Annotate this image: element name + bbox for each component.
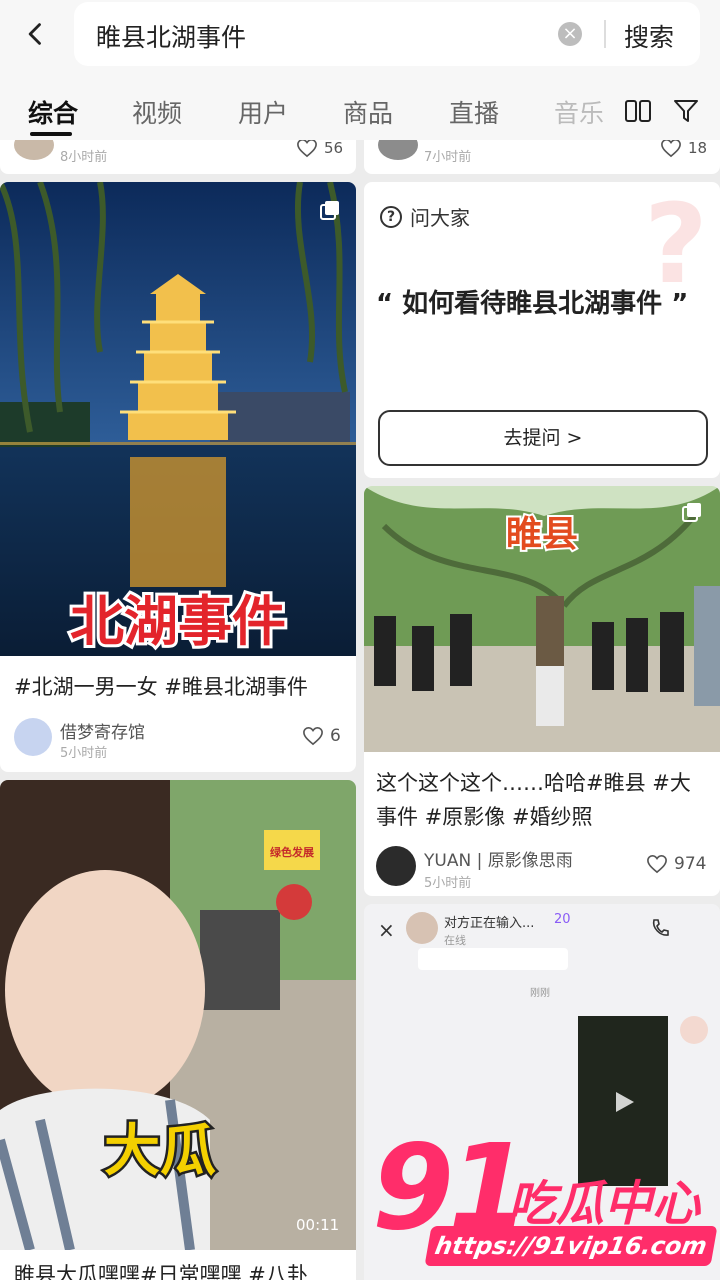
post-time: 8小时前	[60, 150, 108, 165]
ask-everyone-card[interactable]: ? 问大家 ? “ 如何看待睢县北湖事件 ” 去提问 >	[364, 182, 720, 478]
heart-icon	[661, 140, 681, 158]
active-tab-indicator	[30, 132, 72, 136]
avatar	[378, 140, 418, 160]
like-count[interactable]: 18	[660, 140, 707, 158]
clear-icon[interactable]: ×	[558, 22, 582, 46]
heart-icon	[303, 726, 323, 746]
thumbnail-overlay-title: 睢县	[506, 514, 578, 555]
like-button[interactable]: 974	[646, 854, 706, 874]
tab-users[interactable]: 用户	[238, 94, 288, 130]
search-box[interactable]: 睢县北湖事件 × 搜索	[74, 2, 700, 66]
chevron-left-icon	[28, 23, 41, 45]
heart-icon	[297, 140, 317, 158]
search-divider	[604, 20, 606, 48]
avatar	[680, 1016, 708, 1044]
video-thumbnail: 绿色发展 大瓜	[0, 780, 356, 1250]
post-thumbnail: 北湖事件	[0, 182, 356, 656]
multi-image-icon	[682, 503, 701, 522]
like-count: 974	[674, 854, 707, 874]
thumbnail-overlay-title: 北湖事件	[70, 590, 286, 653]
thumbnail-overlay-title: 大瓜	[104, 1119, 216, 1184]
search-button[interactable]: 搜索	[624, 18, 674, 54]
question-text: “ 如何看待睢县北湖事件 ”	[376, 289, 689, 319]
post-thumbnail: 睢县	[364, 486, 720, 752]
watermark: 91 吃瓜中心 https://91vip16.com	[364, 1128, 720, 1280]
avatar	[406, 912, 438, 944]
chat-message-bubble	[418, 948, 568, 970]
ask-question-button[interactable]: 去提问 >	[378, 410, 708, 466]
post-caption: 睢县大瓜嘿嘿#日常嘿嘿 #八卦	[14, 1263, 308, 1280]
like-count: 6	[330, 726, 341, 746]
like-button[interactable]: 6	[302, 726, 341, 746]
chat-badge: 20	[554, 912, 571, 927]
chat-contact-name: 对方正在输入...	[444, 916, 535, 931]
tab-live[interactable]: 直播	[449, 94, 499, 130]
video-duration: 00:11	[296, 1216, 340, 1234]
ask-everyone-header: ? 问大家	[380, 202, 470, 231]
thumbnail-sign-text: 绿色发展	[270, 845, 315, 859]
watermark-text: 吃瓜中心	[508, 1176, 701, 1232]
post-time: 5小时前	[60, 746, 108, 761]
partial-card-left[interactable]: 8小时前 56	[0, 140, 356, 174]
post-time: 7小时前	[424, 150, 472, 165]
post-caption: #北湖一男一女 #睢县北湖事件	[14, 675, 308, 699]
post-card[interactable]: 北湖事件 #北湖一男一女 #睢县北湖事件 借梦寄存馆 5小时前 6	[0, 182, 356, 772]
heart-icon	[647, 854, 667, 874]
post-card[interactable]: 睢县 这个这个这个……哈哈#睢县 #大事件 #原影像 #婚纱照 YUAN | 原…	[364, 486, 720, 896]
filter-icon[interactable]	[672, 98, 700, 124]
phone-icon	[652, 919, 669, 936]
tab-bar: 综合 视频 用户 商品 直播 音乐	[0, 86, 720, 136]
watermark-url: https://91vip16.com	[424, 1226, 718, 1266]
post-time: 5小时前	[424, 876, 472, 891]
partial-card-right[interactable]: 7小时前 18	[364, 140, 720, 174]
tab-products[interactable]: 商品	[343, 94, 393, 130]
tab-comprehensive[interactable]: 综合	[28, 94, 78, 130]
author-name[interactable]: YUAN | 原影像思雨	[424, 846, 573, 871]
avatar	[14, 140, 54, 160]
tab-video[interactable]: 视频	[132, 94, 182, 130]
avatar[interactable]	[376, 846, 416, 886]
top-bar: 睢县北湖事件 × 搜索 综合 视频 用户 商品 直播 音乐	[0, 0, 720, 140]
like-count[interactable]: 56	[296, 140, 343, 158]
avatar[interactable]	[14, 718, 52, 756]
layout-toggle-icon[interactable]	[624, 98, 652, 124]
close-icon: ×	[378, 918, 395, 942]
author-name[interactable]: 借梦寄存馆	[60, 718, 145, 743]
chat-status: 在线	[444, 934, 466, 947]
chat-timestamp: 刚刚	[530, 988, 550, 999]
video-post-card[interactable]: 绿色发展 大瓜 00:11 睢县大瓜嘿嘿#日常嘿嘿 #八卦	[0, 780, 356, 1280]
back-button[interactable]	[16, 14, 56, 54]
question-icon: ?	[380, 205, 402, 228]
post-caption: 这个这个这个……哈哈#睢县 #大事件 #原影像 #婚纱照	[376, 771, 691, 829]
search-input[interactable]: 睢县北湖事件	[96, 18, 246, 54]
multi-image-icon	[320, 201, 339, 220]
tab-music[interactable]: 音乐	[554, 94, 604, 130]
